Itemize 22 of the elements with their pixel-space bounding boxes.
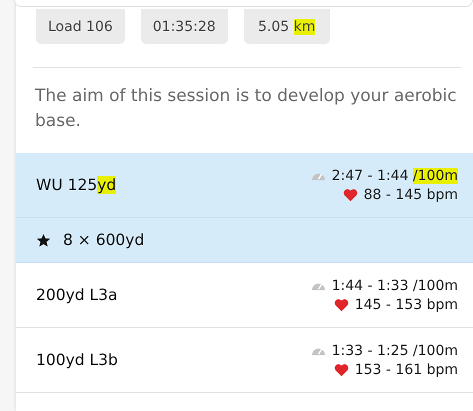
- interval-label: WU 125yd: [36, 176, 116, 194]
- stat-chip: 01:35:28: [140, 9, 228, 44]
- interval-row[interactable]: 100yd L3b 1:33 - 1:25 /100m 153 - 161 bpm: [16, 328, 473, 393]
- set-row[interactable]: 8 × 600yd: [16, 218, 473, 263]
- heart-rate-range: 145 - 153 bpm: [354, 296, 458, 312]
- pace-range: 1:44 - 1:33 /100m: [332, 278, 458, 294]
- set-label: 8 × 600yd: [63, 231, 144, 249]
- session-description: The aim of this session is to develop your aerobic base.: [35, 85, 458, 133]
- heart-rate-range: 88 - 145 bpm: [364, 186, 458, 202]
- heart-icon: [342, 188, 358, 202]
- interval-row[interactable]: 200yd L3a 1:44 - 1:33 /100m 145 - 153 bpm: [16, 263, 473, 328]
- heart-rate-range: 153 - 161 bpm: [354, 362, 458, 378]
- interval-row[interactable]: WU 125yd 2:47 - 1:44 /100m 88 - 145 bpm: [16, 153, 473, 218]
- interval-label: 200yd L3a: [36, 286, 118, 304]
- heart-icon: [334, 298, 349, 312]
- star-icon: [36, 232, 51, 248]
- interval-label: 100yd L3b: [36, 351, 118, 369]
- heart-icon: [334, 362, 349, 376]
- stat-chip: 5.05 km: [244, 9, 330, 44]
- stat-chip: Load 106: [36, 9, 125, 44]
- pace-range: 1:33 - 1:25 /100m: [332, 342, 458, 358]
- pace-range: 2:47 - 1:44 /100m: [332, 168, 458, 184]
